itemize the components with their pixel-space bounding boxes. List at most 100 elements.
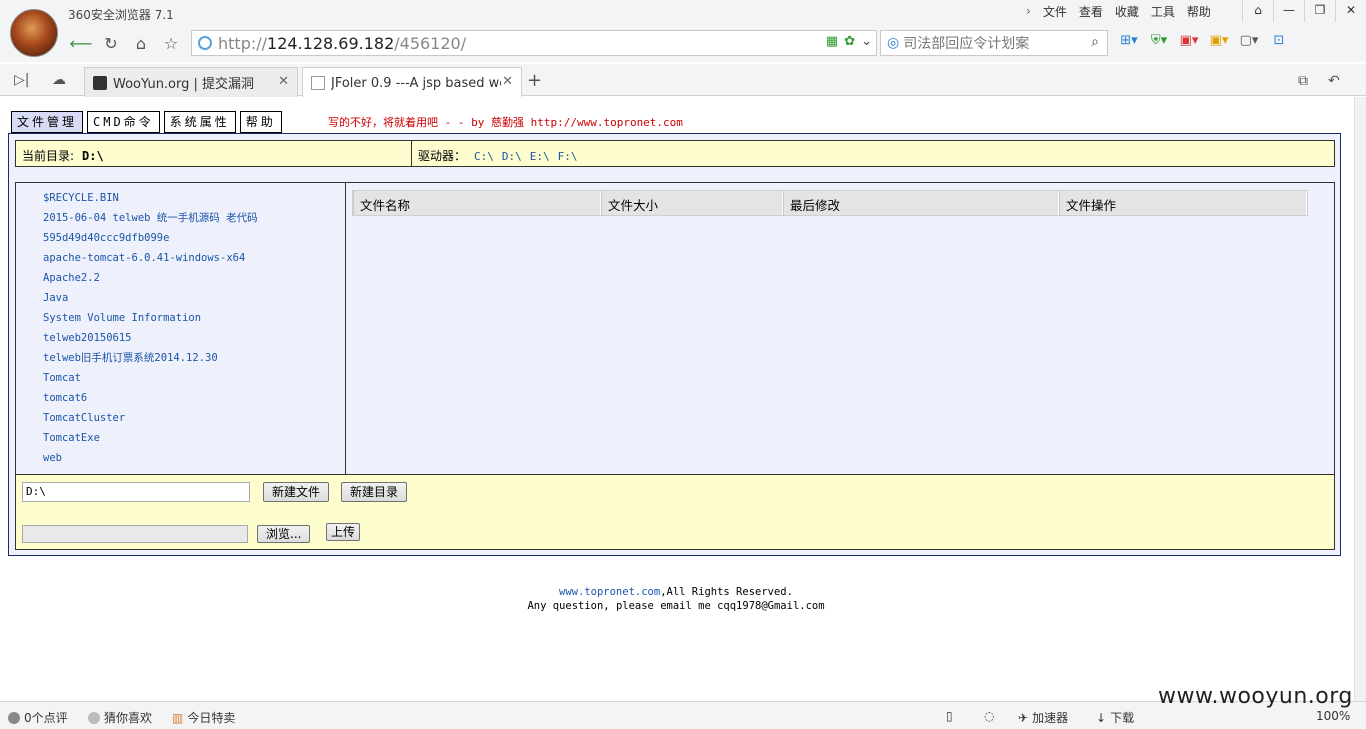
translate-icon[interactable]: ⊡ xyxy=(1266,33,1292,48)
drive-link-f[interactable]: F:\ xyxy=(558,150,578,163)
menu-file[interactable]: 文件 xyxy=(1037,4,1073,20)
nav-file-manager[interactable]: 文件管理 xyxy=(11,111,84,133)
folder-link[interactable]: $RECYCLE.BIN xyxy=(43,191,345,211)
close-icon[interactable]: ✕ xyxy=(1335,0,1366,22)
home-icon[interactable]: ⌂ xyxy=(126,30,156,56)
nav-system-properties[interactable]: 系统属性 xyxy=(163,111,236,133)
folder-link[interactable]: System Volume Information xyxy=(43,311,345,331)
drive-link-c[interactable]: C:\ xyxy=(474,150,494,163)
search-icon[interactable]: ⌕ xyxy=(1091,34,1099,50)
menu-favorites[interactable]: 收藏 xyxy=(1109,4,1145,20)
jfoler-nav: 文件管理 CMD命令 系统属性 帮助 xyxy=(11,111,282,133)
gift-icon: ▥ xyxy=(172,710,184,725)
file-manager-panel: 当前目录: D:\ 驱动器： C:\ D:\ E:\ F:\ $RECYCLE.BIN 2… xyxy=(8,133,1341,556)
folder-link[interactable]: Tomcat xyxy=(43,371,345,391)
cloud-icon[interactable]: ☁ xyxy=(52,72,66,88)
page-favicon-icon xyxy=(311,76,325,90)
minimize-icon[interactable]: — xyxy=(1273,0,1304,22)
menu-view[interactable]: 查看 xyxy=(1073,4,1109,20)
address-dropdown-icon[interactable]: ⌄ xyxy=(861,34,872,49)
new-tab-icon[interactable]: + xyxy=(527,70,542,91)
tab-close-icon[interactable]: ✕ xyxy=(502,74,513,89)
comments-item[interactable]: 0个点评 xyxy=(8,709,68,726)
folder-link[interactable]: TomcatExe xyxy=(43,431,345,451)
comment-icon xyxy=(8,711,20,724)
col-file-size[interactable]: 文件大小 xyxy=(601,191,783,215)
favorite-star-icon[interactable]: ☆ xyxy=(156,30,186,56)
folder-link[interactable]: apache-tomcat-6.0.41-windows-x64 xyxy=(43,251,345,271)
col-last-modified[interactable]: 最后修改 xyxy=(783,191,1059,215)
download-icon: ↓ xyxy=(1096,710,1107,725)
tab-wooyun[interactable]: WooYun.org | 提交漏洞 ✕ xyxy=(84,67,298,97)
apps-grid-icon[interactable]: ⊞▾ xyxy=(1116,33,1142,48)
current-dir-label: 当前目录: xyxy=(22,149,75,163)
compat-mode-icon[interactable]: ✿ xyxy=(844,34,855,49)
menu-tools[interactable]: 工具 xyxy=(1145,4,1181,20)
new-dir-button[interactable]: 新建目录 xyxy=(341,482,408,502)
search-box[interactable]: ◎ 司法部回应令计划案 ⌕ xyxy=(880,30,1108,56)
maximize-icon[interactable]: ❐ xyxy=(1304,0,1335,22)
deals-item[interactable]: ▥ 今日特卖 xyxy=(172,709,235,726)
undo-close-icon[interactable]: ↶ xyxy=(1328,73,1340,89)
drive-link-e[interactable]: E:\ xyxy=(530,150,550,163)
url-host: 124.128.69.182 xyxy=(267,33,395,53)
download-item[interactable]: ↓ 下载 xyxy=(1096,709,1134,726)
back-icon[interactable]: ⟵ xyxy=(66,30,96,56)
folder-link[interactable]: TomcatCluster xyxy=(43,411,345,431)
vertical-scrollbar[interactable] xyxy=(1354,97,1366,701)
site-security-icon xyxy=(198,36,212,50)
folder-link[interactable]: Java xyxy=(43,291,345,311)
folder-link[interactable]: Apache2.2 xyxy=(43,271,345,291)
sidebar-toggle-icon[interactable]: ▷| xyxy=(14,72,29,88)
accelerator-item[interactable]: ✈ 加速器 xyxy=(1018,709,1068,726)
pdf-icon[interactable]: ▣▾ xyxy=(1176,33,1202,48)
address-bar[interactable]: http://124.128.69.182/456120/ ▦ ✿ ⌄ xyxy=(191,30,877,56)
zoom-level[interactable]: 100% xyxy=(1316,709,1350,723)
folder-link[interactable]: telweb旧手机订票系统2014.12.30 xyxy=(43,351,345,371)
guess-label: 猜你喜欢 xyxy=(104,711,153,725)
security-shield-icon[interactable]: ⛨▾ xyxy=(1146,33,1172,48)
clean-icon[interactable]: ◌ xyxy=(984,709,994,723)
footer-link[interactable]: www.topronet.com xyxy=(559,586,660,598)
folder-link[interactable]: tomcat6 xyxy=(43,391,345,411)
current-dir-bar: 当前目录: D:\ 驱动器： C:\ D:\ E:\ F:\ xyxy=(15,140,1335,167)
folder-link[interactable]: web xyxy=(43,451,345,471)
nav-help[interactable]: 帮助 xyxy=(239,111,282,133)
screenshot-icon[interactable]: ▢▾ xyxy=(1236,33,1262,48)
upload-button[interactable]: 上传 xyxy=(326,523,361,541)
mobile-icon[interactable]: ▯ xyxy=(946,709,953,723)
nav-cmd[interactable]: CMD命令 xyxy=(87,111,160,133)
col-file-name[interactable]: 文件名称 xyxy=(353,191,601,215)
window-controls: ⌂ — ❐ ✕ xyxy=(1242,0,1366,22)
folder-link[interactable]: telweb20150615 xyxy=(43,331,345,351)
rocket-icon: ✈ xyxy=(1018,710,1029,725)
drive-link-d[interactable]: D:\ xyxy=(502,150,522,163)
path-input[interactable]: D:\ xyxy=(22,482,250,502)
tab-label: WooYun.org | 提交漏洞 xyxy=(113,77,255,92)
wooyun-favicon-icon xyxy=(93,75,107,90)
footer-contact: Any question, please email me cqq1978@Gm… xyxy=(527,600,825,612)
browse-button[interactable]: 浏览... xyxy=(257,525,311,543)
menu-collapse-icon[interactable]: › xyxy=(1020,4,1037,20)
deals-label: 今日特卖 xyxy=(187,711,236,725)
search-input[interactable]: 司法部回应令计划案 xyxy=(903,33,1029,53)
tab-close-icon[interactable]: ✕ xyxy=(278,74,289,89)
search-engine-icon[interactable]: ◎ xyxy=(887,35,899,51)
folder-link[interactable]: 2015-06-04 telweb 统一手机源码 老代码 xyxy=(43,211,345,231)
new-file-button[interactable]: 新建文件 xyxy=(263,482,330,502)
skin-icon[interactable]: ⌂ xyxy=(1242,0,1273,22)
col-file-actions[interactable]: 文件操作 xyxy=(1059,191,1307,215)
tab-jfoler[interactable]: JFoler 0.9 ---A jsp based wel ✕ xyxy=(302,67,522,98)
menu-help[interactable]: 帮助 xyxy=(1181,4,1217,20)
user-avatar[interactable] xyxy=(10,9,58,57)
guess-item[interactable]: 猜你喜欢 xyxy=(88,709,152,726)
browser-main: $RECYCLE.BIN 2015-06-04 telweb 统一手机源码 老代… xyxy=(15,182,1335,475)
extension-icon[interactable]: ▣▾ xyxy=(1206,33,1232,48)
restore-tabs-icon[interactable]: ⧉ xyxy=(1298,73,1308,89)
file-table-header: 文件名称 文件大小 最后修改 文件操作 xyxy=(352,190,1308,216)
author-motto: 写的不好，将就着用吧 - - by 慈勤强 http://www.toprone… xyxy=(328,116,683,129)
refresh-icon[interactable]: ↻ xyxy=(96,30,126,56)
folder-link[interactable]: 595d49d40ccc9dfb099e xyxy=(43,231,345,251)
qrcode-icon[interactable]: ▦ xyxy=(826,34,838,49)
upload-file-field[interactable] xyxy=(22,525,248,543)
